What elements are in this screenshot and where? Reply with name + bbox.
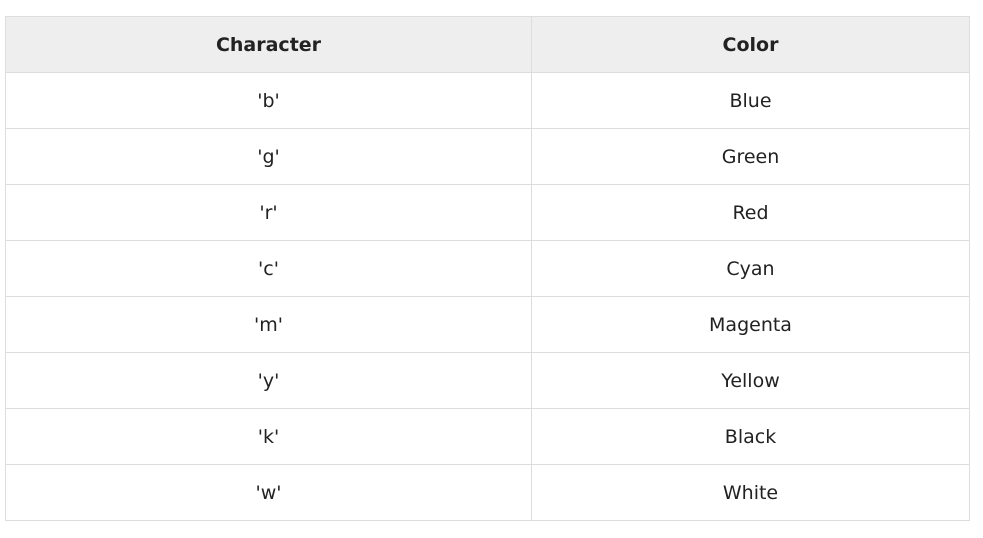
cell-color: White (531, 464, 970, 521)
cell-color: Green (531, 128, 970, 185)
cell-character: 'c' (5, 240, 532, 297)
cell-color: Cyan (531, 240, 970, 297)
cell-color: Blue (531, 72, 970, 129)
cell-character: 'g' (5, 128, 532, 185)
table-row: 'w' White (5, 464, 970, 521)
cell-color: Yellow (531, 352, 970, 409)
table-row: 'm' Magenta (5, 296, 970, 353)
header-character: Character (5, 16, 532, 73)
table-row: 'y' Yellow (5, 352, 970, 409)
table-row: 'k' Black (5, 408, 970, 465)
cell-character: 'k' (5, 408, 532, 465)
table-row: 'c' Cyan (5, 240, 970, 297)
cell-character: 'b' (5, 72, 532, 129)
table-row: 'b' Blue (5, 72, 970, 129)
cell-color: Red (531, 184, 970, 241)
table-row: 'r' Red (5, 184, 970, 241)
cell-color: Black (531, 408, 970, 465)
cell-character: 'm' (5, 296, 532, 353)
cell-character: 'y' (5, 352, 532, 409)
table-container: Character Color 'b' Blue 'g' Green 'r' R… (5, 16, 970, 521)
cell-character: 'r' (5, 184, 532, 241)
table-header-row: Character Color (5, 16, 970, 73)
table-row: 'g' Green (5, 128, 970, 185)
color-character-table: Character Color 'b' Blue 'g' Green 'r' R… (5, 16, 970, 521)
cell-color: Magenta (531, 296, 970, 353)
header-color: Color (531, 16, 970, 73)
cell-character: 'w' (5, 464, 532, 521)
